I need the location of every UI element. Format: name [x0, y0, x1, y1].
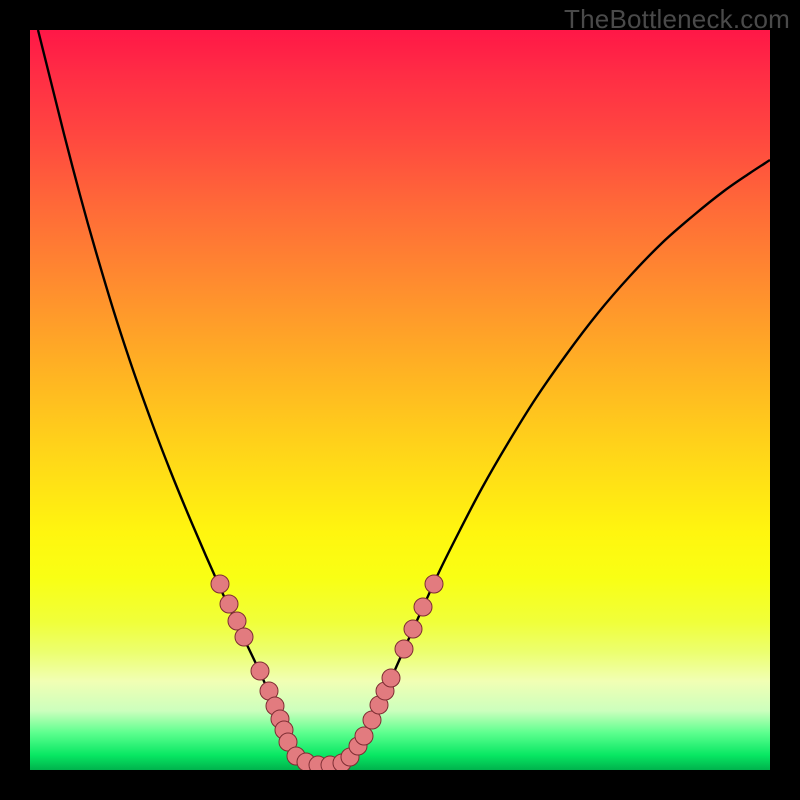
data-dot	[355, 727, 373, 745]
dot-cluster-left	[211, 575, 339, 770]
data-dot	[425, 575, 443, 593]
data-dot	[395, 640, 413, 658]
data-dot	[251, 662, 269, 680]
chart-svg	[30, 30, 770, 770]
data-dot	[220, 595, 238, 613]
data-dot	[404, 620, 422, 638]
data-dot	[228, 612, 246, 630]
data-dot	[414, 598, 432, 616]
data-dot	[235, 628, 253, 646]
chart-frame: TheBottleneck.com	[0, 0, 800, 800]
watermark-text: TheBottleneck.com	[564, 4, 790, 35]
data-dot	[211, 575, 229, 593]
data-dot	[382, 669, 400, 687]
plot-area	[30, 30, 770, 770]
dot-cluster-right	[333, 575, 443, 770]
